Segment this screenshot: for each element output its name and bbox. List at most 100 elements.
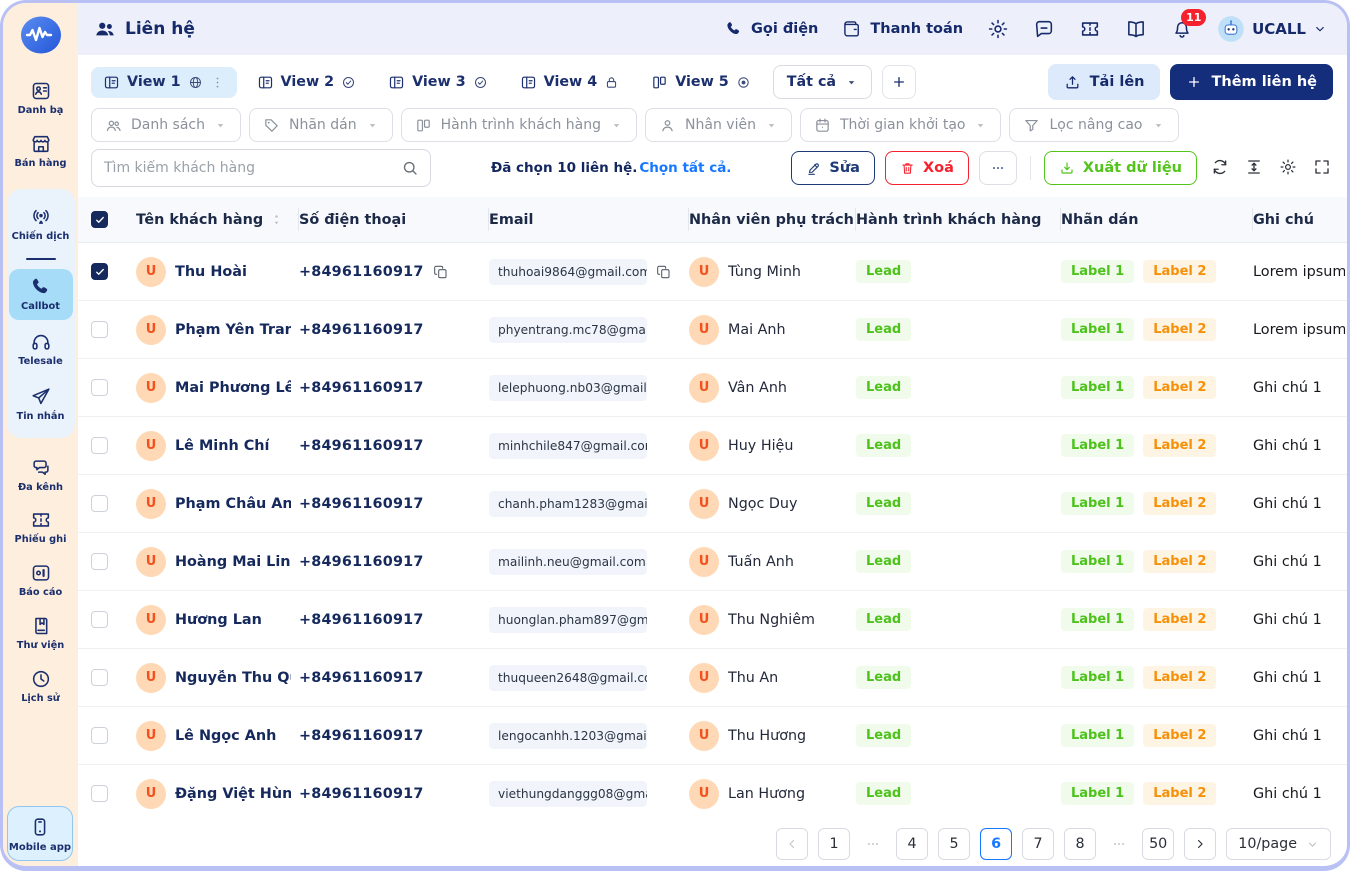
table-row[interactable]: U Mai Phương Lê +84961160917 lelephuong.n… [78,359,1347,417]
column-header-notes[interactable]: Ghi chú [1253,197,1347,242]
customer-name[interactable]: Phạm Châu Anh [175,496,291,512]
table-row[interactable]: U Phạm Yên Trang +84961160917 phyentrang.… [78,301,1347,359]
pagination-ellipsis[interactable] [1106,836,1132,852]
sidebar-item-ban-hang[interactable]: Bán hàng [9,126,73,177]
filter-nhan-vien[interactable]: Nhân viên [645,108,792,142]
filter-loc-nang-cao[interactable]: Lọc nâng cao [1009,108,1179,142]
column-header-assigned-staff[interactable]: Nhân viên phụ trách [689,197,856,242]
row-checkbox[interactable] [91,495,108,512]
app-logo[interactable] [17,11,65,59]
add-contact-button[interactable]: Thêm liên hệ [1170,64,1333,100]
view-all-filter-button[interactable]: Tất cả [772,65,873,99]
more-actions-button[interactable] [978,151,1017,185]
upload-button[interactable]: Tải lên [1047,64,1161,100]
sidebar-item-phieu-ghi[interactable]: Phiếu ghi [9,502,73,553]
row-checkbox[interactable] [91,785,108,802]
page-button-50[interactable]: 50 [1142,828,1175,860]
page-button-8[interactable]: 8 [1064,828,1097,860]
filter-nhan-dan[interactable]: Nhãn dán [249,108,393,142]
view-tab-3[interactable]: View 3 [376,67,500,98]
pagination-ellipsis[interactable] [860,836,886,852]
view-tab-1[interactable]: View 1 [91,66,237,98]
edit-button[interactable]: Sửa [791,151,875,185]
copy-icon[interactable] [433,264,449,280]
customer-name[interactable]: Nguyễn Thu Quỳ [175,670,291,686]
select-all-link[interactable]: Chọn tất cả. [639,160,731,176]
row-height-button[interactable] [1245,158,1265,178]
add-view-button[interactable] [882,65,917,99]
sidebar-item-callbot[interactable]: Callbot [8,269,73,321]
column-header-labels[interactable]: Nhãn dán [1061,197,1253,242]
column-header-phone[interactable]: Số điện thoại [299,197,489,242]
prev-page-button[interactable] [776,828,809,860]
row-checkbox[interactable] [91,611,108,628]
column-header-email[interactable]: Email [489,197,689,242]
table-settings-button[interactable] [1279,158,1299,178]
row-checkbox[interactable] [91,553,108,570]
guide-button[interactable] [1125,18,1147,40]
sidebar-item-danh-ba[interactable]: Danh bạ [9,73,73,124]
payment-button[interactable]: Thanh toán [842,19,963,39]
column-header-customer-name[interactable]: Tên khách hàng [136,197,299,242]
sidebar-item-tin-nhan[interactable]: Tin nhắn [9,379,73,430]
table-row[interactable]: U Thu Hoài +84961160917 thuhoai9864@gmail… [78,243,1347,301]
row-checkbox[interactable] [91,727,108,744]
customer-name[interactable]: Thu Hoài [175,264,247,280]
notifications-button[interactable]: 11 [1171,9,1207,40]
customer-name[interactable]: Lê Ngọc Anh [175,728,276,744]
sidebar-item-telesale[interactable]: Telesale [9,324,73,375]
delete-button[interactable]: Xoá [884,151,969,185]
sidebar-item-mobile-app[interactable]: Mobile app [7,806,73,861]
next-page-button[interactable] [1184,828,1217,860]
row-checkbox[interactable] [91,379,108,396]
customer-name[interactable]: Hương Lan [175,612,262,628]
customer-name[interactable]: Hoàng Mai Linh [175,554,291,570]
row-checkbox[interactable] [91,669,108,686]
sidebar-item-lich-su[interactable]: Lịch sử [9,661,73,712]
page-button-4[interactable]: 4 [896,828,929,860]
page-button-6[interactable]: 6 [980,828,1013,860]
view-tab-2[interactable]: View 2 [245,67,369,98]
table-row[interactable]: U Phạm Châu Anh +84961160917 chanh.pham12… [78,475,1347,533]
row-checkbox[interactable] [91,437,108,454]
customer-name[interactable]: Lê Minh Chí [175,438,269,454]
page-button-7[interactable]: 7 [1022,828,1055,860]
dots-v-icon[interactable] [210,75,225,90]
sidebar-item-thu-vien[interactable]: Thư viện [9,608,73,659]
view-tab-5[interactable]: View 5 [639,67,763,98]
view-tab-4[interactable]: View 4 [508,67,632,98]
table-row[interactable]: U Lê Minh Chí +84961160917 minhchile847@g… [78,417,1347,475]
column-header-customer-journey[interactable]: Hành trình khách hàng [856,197,1061,242]
row-checkbox[interactable] [91,263,108,280]
table-row[interactable]: U Đặng Việt Hùng +84961160917 viethungdan… [78,765,1347,822]
table-row[interactable]: U Nguyễn Thu Quỳ +84961160917 thuqueen264… [78,649,1347,707]
sidebar-item-chien-dich[interactable]: Chiến dịch [9,199,73,250]
table-row[interactable]: U Hoàng Mai Linh +84961160917 mailinh.neu… [78,533,1347,591]
sidebar-item-da-kenh[interactable]: Đa kênh [9,450,73,501]
page-button-1[interactable]: 1 [818,828,851,860]
customer-name[interactable]: Đặng Việt Hùng [175,786,291,802]
page-size-select[interactable]: 10/page [1226,828,1331,860]
chat-button[interactable] [1033,18,1055,40]
fullscreen-button[interactable] [1313,158,1333,178]
filter-hanh-trinh-khach-hang[interactable]: Hành trình khách hàng [400,108,638,142]
sort-icon[interactable] [269,212,284,227]
row-checkbox[interactable] [91,321,108,338]
tickets-button[interactable] [1079,18,1101,40]
select-all-checkbox[interactable] [91,211,108,228]
export-button[interactable]: Xuất dữ liệu [1043,151,1197,185]
table-row[interactable]: U Lê Ngọc Anh +84961160917 lengocanhh.120… [78,707,1347,765]
sidebar-item-bao-cao[interactable]: Báo cáo [9,555,73,606]
settings-button[interactable] [987,18,1009,40]
search-input[interactable] [91,149,431,187]
table-row[interactable]: U Hương Lan +84961160917 huonglan.pham897… [78,591,1347,649]
copy-icon[interactable] [656,264,672,280]
customer-name[interactable]: Phạm Yên Trang [175,322,291,338]
customer-name[interactable]: Mai Phương Lê [175,380,291,396]
call-button[interactable]: Gọi điện [725,20,818,38]
account-menu[interactable]: UCALL [1217,15,1327,43]
page-button-5[interactable]: 5 [938,828,971,860]
refresh-button[interactable] [1211,158,1231,178]
filter-danh-sach[interactable]: Danh sách [91,108,241,142]
filter-thoi-gian-khoi-tao[interactable]: Thời gian khởi tạo [799,108,1002,142]
